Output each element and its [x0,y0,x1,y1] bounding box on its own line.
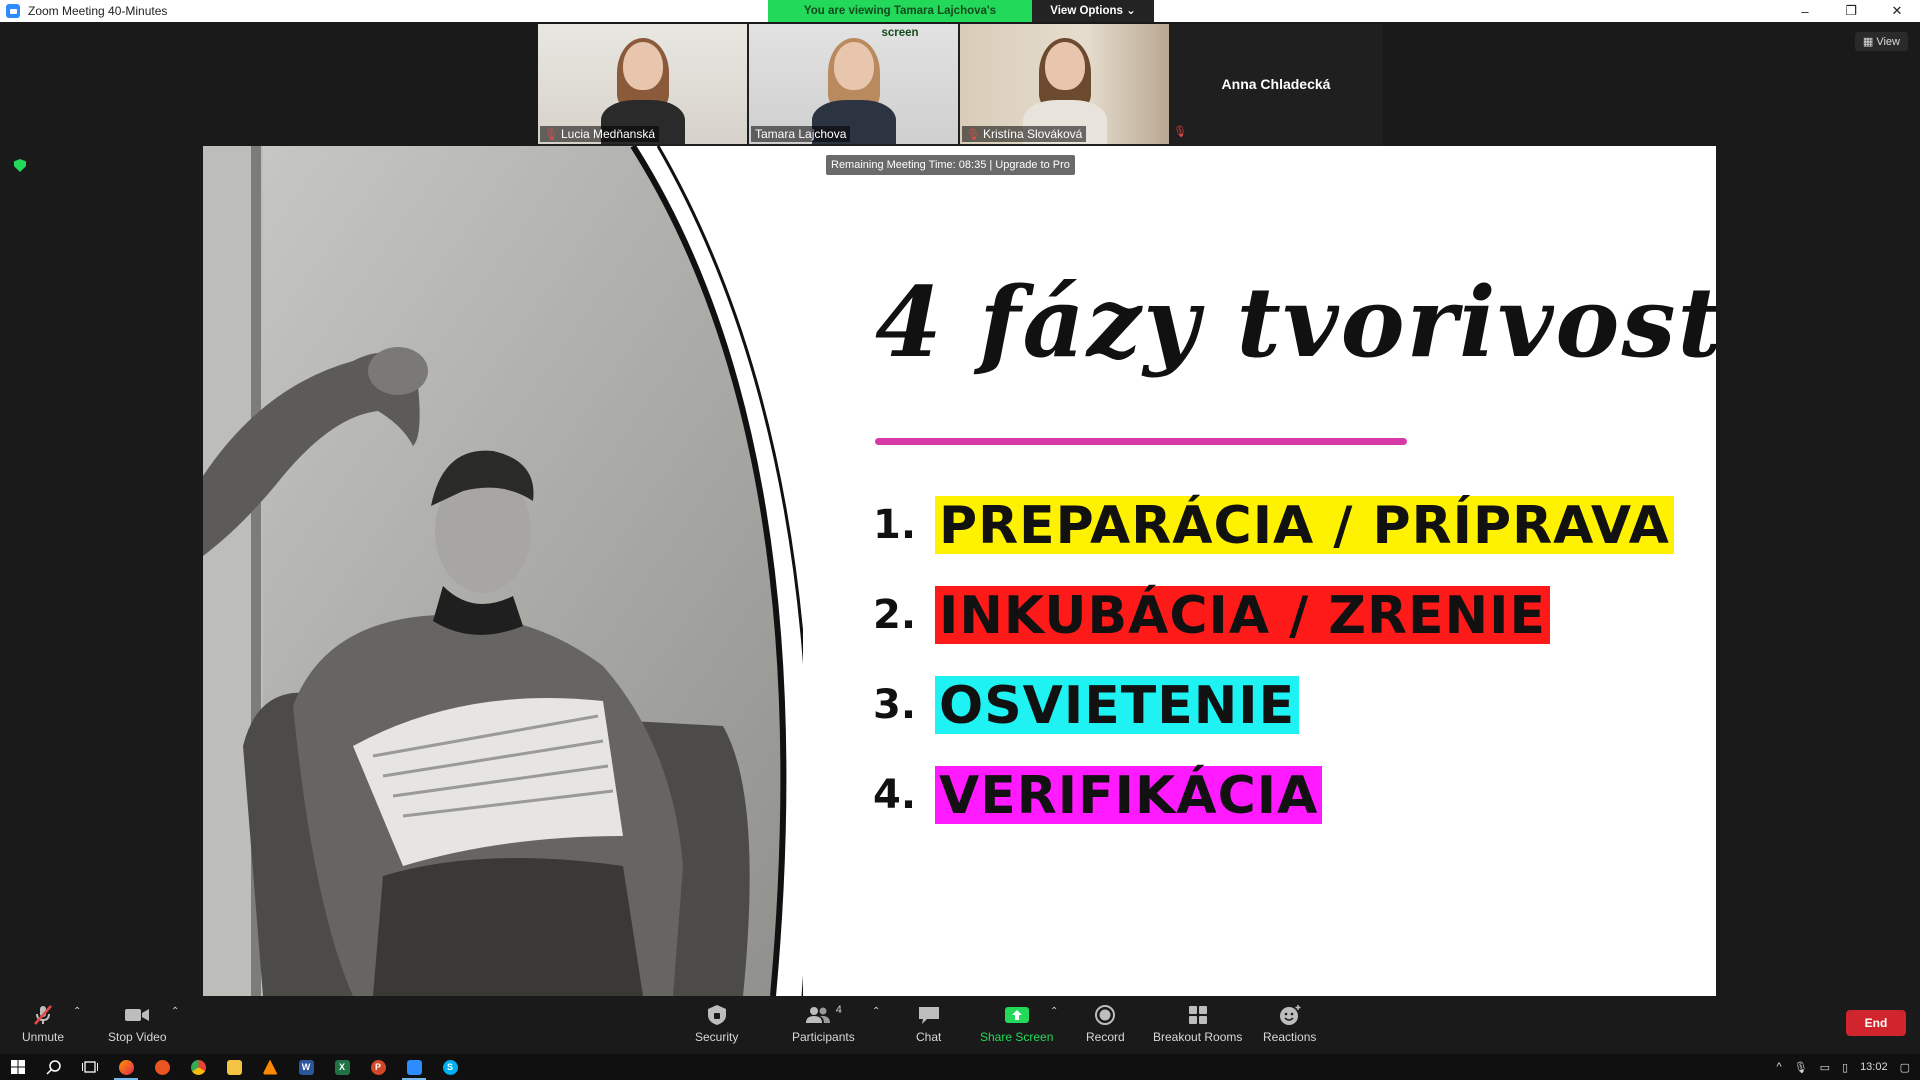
search-icon[interactable] [36,1054,72,1080]
list-item: 2. INKUBÁCIA / ZRENIE [873,586,1674,646]
phase-number: 2. [873,592,917,638]
microphone-icon[interactable]: 🎙 [1794,1061,1808,1074]
zoom-app-icon [6,4,20,18]
remaining-time-notice[interactable]: Remaining Meeting Time: 08:35 | Upgrade … [826,155,1075,175]
powerpoint-icon[interactable]: P [360,1054,396,1080]
chat-button[interactable]: Chat [916,1002,941,1044]
phase-label: VERIFIKÁCIA [935,766,1323,826]
breakout-rooms-button[interactable]: Breakout Rooms [1153,1002,1242,1044]
ubuntu-icon[interactable] [144,1054,180,1080]
close-button[interactable]: ✕ [1874,0,1920,22]
participant-name-label: Anna Chladecká [1221,76,1331,92]
word-icon[interactable]: W [288,1054,324,1080]
breakout-rooms-icon [1187,1002,1209,1028]
chat-bubble-icon [917,1002,941,1028]
video-strip: 🎙 Lucia Medňanská Tamara Lajchova 🎙 Kris… [538,24,1383,146]
windows-start-icon[interactable] [0,1054,36,1080]
slide-title: 4 fázy tvorivosti [875,266,1716,379]
chrome-icon[interactable] [180,1054,216,1080]
firefox-icon[interactable] [108,1054,144,1080]
participant-tile-kristina[interactable]: 🎙 Kristína Slováková [960,24,1169,144]
excel-icon[interactable]: X [324,1054,360,1080]
participant-video [600,38,685,144]
encryption-shield-icon [14,159,26,172]
participant-tile-anna[interactable]: Anna Chladecká 🎙 [1171,24,1381,144]
phase-number: 4. [873,772,917,818]
phase-number: 1. [873,502,917,548]
participant-name-label: 🎙 Kristína Slováková [962,126,1087,142]
participant-tile-tamara[interactable]: Tamara Lajchova [749,24,958,144]
task-view-icon[interactable] [72,1054,108,1080]
screen-share-banner: You are viewing Tamara Lajchova's screen… [768,0,1154,39]
share-options-chevron-icon[interactable]: ⌃ [1050,1006,1058,1017]
list-item: 3. OSVIETENIE [873,676,1674,736]
slide-photo-man-with-ostrich [203,146,803,996]
list-item: 1. PREPARÁCIA / PRÍPRAVA [873,496,1674,556]
video-camera-icon [124,1002,150,1028]
stop-video-button[interactable]: Stop Video [108,1002,167,1044]
system-tray: ^ 🎙 ▭ ▯ 13:02 ▢ [1776,1054,1920,1080]
unmute-button[interactable]: Unmute [22,1002,64,1044]
record-button[interactable]: Record [1086,1002,1125,1044]
clock[interactable]: 13:02 [1860,1061,1888,1073]
phase-list: 1. PREPARÁCIA / PRÍPRAVA 2. INKUBÁCIA / … [873,496,1674,856]
notifications-icon[interactable]: ▢ [1900,1061,1910,1074]
phase-label: OSVIETENIE [935,676,1300,736]
minimize-button[interactable]: – [1782,0,1828,22]
view-layout-button[interactable]: ▦ View [1854,32,1908,51]
title-underline [875,438,1407,445]
participants-icon: 4 [805,1002,842,1028]
meeting-toolbar: Unmute ⌃ Stop Video ⌃ Security 4 Partici… [0,996,1920,1054]
zoom-icon[interactable] [396,1054,432,1080]
viewing-screen-label: You are viewing Tamara Lajchova's screen [768,0,1032,39]
mic-muted-icon: 🎙 [966,128,980,141]
phase-label: PREPARÁCIA / PRÍPRAVA [935,496,1674,556]
record-icon [1094,1002,1116,1028]
smiley-icon [1278,1002,1302,1028]
participant-video [1022,38,1107,144]
battery-icon[interactable]: ▭ [1820,1061,1830,1074]
participants-count: 4 [835,1004,842,1016]
share-screen-button[interactable]: Share Screen [980,1002,1053,1044]
security-button[interactable]: Security [695,1002,738,1044]
reactions-button[interactable]: Reactions [1263,1002,1316,1044]
shared-screen-slide: 4 fázy tvorivosti 1. PREPARÁCIA / PRÍPRA… [203,146,1716,996]
shield-icon [707,1002,727,1028]
vlc-icon[interactable] [252,1054,288,1080]
window-title: Zoom Meeting 40-Minutes [28,4,168,18]
skype-icon[interactable]: S [432,1054,468,1080]
mic-muted-icon [31,1002,55,1028]
participant-tile-lucia[interactable]: 🎙 Lucia Medňanská [538,24,747,144]
end-meeting-button[interactable]: End [1846,1010,1906,1036]
view-options-button[interactable]: View Options ⌄ [1032,0,1154,22]
mic-muted-icon: 🎙 [1173,126,1187,138]
participant-video [811,38,896,144]
chevron-up-icon[interactable]: ^ [1776,1061,1781,1073]
list-item: 4. VERIFIKÁCIA [873,766,1674,826]
network-icon[interactable]: ▯ [1842,1061,1848,1074]
share-screen-icon [1004,1002,1030,1028]
participants-options-chevron-icon[interactable]: ⌃ [872,1006,880,1017]
windows-taskbar: W X P S ^ 🎙 ▭ ▯ 13:02 ▢ [0,1054,1920,1080]
restore-button[interactable]: ❐ [1828,0,1874,22]
participant-name-label: 🎙 Lucia Medňanská [540,126,660,142]
phase-label: INKUBÁCIA / ZRENIE [935,586,1550,646]
participant-name-label: Tamara Lajchova [751,126,851,142]
audio-options-chevron-icon[interactable]: ⌃ [73,1006,81,1017]
file-explorer-icon[interactable] [216,1054,252,1080]
mic-muted-icon: 🎙 [544,128,558,141]
phase-number: 3. [873,682,917,728]
participants-button[interactable]: 4 Participants [792,1002,855,1044]
video-options-chevron-icon[interactable]: ⌃ [171,1006,179,1017]
